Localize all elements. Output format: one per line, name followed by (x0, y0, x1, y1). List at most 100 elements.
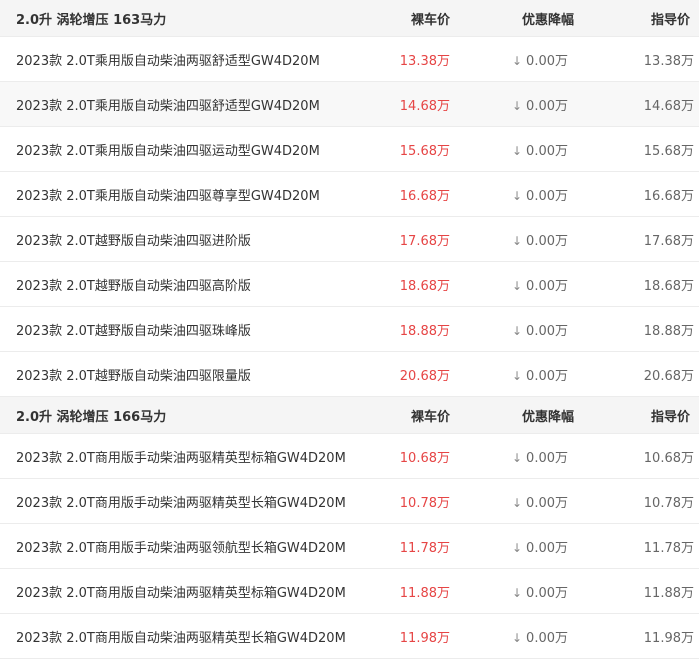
bare-price: 18.88万 (399, 323, 450, 339)
discount: ↓ 0.00万 (450, 582, 568, 601)
guide-price: 20.68万 (643, 368, 694, 384)
discount-header: 优惠降幅 (521, 12, 574, 28)
table-row[interactable]: 2023款 2.0T商用版手动柴油两驱精英型标箱GW4D20M 10.68万 ↓… (0, 434, 699, 479)
bare-price: 18.68万 (399, 278, 450, 294)
discount: ↓ 0.00万 (450, 50, 568, 69)
model-name[interactable]: 2023款 2.0T商用版手动柴油两驱领航型长箱GW4D20M (0, 537, 356, 556)
table-row[interactable]: 2023款 2.0T越野版自动柴油四驱限量版 20.68万 ↓ 0.00万 20.… (0, 352, 699, 397)
bare-price: 20.68万 (399, 368, 450, 384)
down-arrow-icon: ↓ (511, 450, 523, 465)
table-row[interactable]: 2023款 2.0T商用版手动柴油两驱精英型长箱GW4D20M 10.78万 ↓… (0, 479, 699, 524)
discount: ↓ 0.00万 (450, 275, 568, 294)
group-header: 2.0升 涡轮增压 163马力 裸车价 优惠降幅 指导价 (0, 0, 699, 37)
model-name[interactable]: 2023款 2.0T越野版自动柴油四驱限量版 (0, 365, 356, 384)
guide-price: 16.68万 (643, 188, 694, 204)
table-row[interactable]: 2023款 2.0T商用版自动柴油两驱精英型标箱GW4D20M 11.88万 ↓… (0, 569, 699, 614)
down-arrow-icon: ↓ (511, 143, 523, 158)
model-name[interactable]: 2023款 2.0T越野版自动柴油四驱珠峰版 (0, 320, 356, 339)
discount-value: 0.00万 (526, 98, 568, 114)
bare-price: 16.68万 (399, 188, 450, 204)
group-title: 2.0升 涡轮增压 166马力 (16, 409, 167, 425)
discount-value: 0.00万 (526, 368, 568, 384)
discount-value: 0.00万 (526, 450, 568, 466)
discount: ↓ 0.00万 (450, 627, 568, 646)
discount: ↓ 0.00万 (450, 140, 568, 159)
bare-price: 11.98万 (399, 630, 450, 646)
bare-price: 11.78万 (399, 540, 450, 556)
down-arrow-icon: ↓ (511, 540, 523, 555)
discount-value: 0.00万 (526, 143, 568, 159)
price-table: 2.0升 涡轮增压 163马力 裸车价 优惠降幅 指导价 2023款 2.0T乘… (0, 0, 699, 659)
discount-value: 0.00万 (526, 53, 568, 69)
discount-value: 0.00万 (526, 495, 568, 511)
down-arrow-icon: ↓ (511, 630, 523, 645)
discount: ↓ 0.00万 (450, 185, 568, 204)
guide-price: 17.68万 (643, 233, 694, 249)
guide-price: 18.68万 (643, 278, 694, 294)
discount: ↓ 0.00万 (450, 492, 568, 511)
down-arrow-icon: ↓ (511, 98, 523, 113)
down-arrow-icon: ↓ (511, 278, 523, 293)
guide-price: 11.98万 (643, 630, 694, 646)
guide-price: 13.38万 (643, 53, 694, 69)
model-name[interactable]: 2023款 2.0T乘用版自动柴油两驱舒适型GW4D20M (0, 50, 356, 69)
down-arrow-icon: ↓ (511, 585, 523, 600)
bare-price: 11.88万 (399, 585, 450, 601)
bare-price: 10.68万 (399, 450, 450, 466)
guide-price-header: 指导价 (650, 409, 690, 425)
model-name[interactable]: 2023款 2.0T商用版手动柴油两驱精英型标箱GW4D20M (0, 447, 356, 466)
discount-value: 0.00万 (526, 278, 568, 294)
table-row[interactable]: 2023款 2.0T越野版自动柴油四驱高阶版 18.68万 ↓ 0.00万 18.… (0, 262, 699, 307)
down-arrow-icon: ↓ (511, 368, 523, 383)
bare-price: 15.68万 (399, 143, 450, 159)
discount-value: 0.00万 (526, 585, 568, 601)
discount: ↓ 0.00万 (450, 230, 568, 249)
bare-price-header: 裸车价 (410, 12, 450, 28)
group-title: 2.0升 涡轮增压 163马力 (16, 12, 167, 28)
table-row[interactable]: 2023款 2.0T乘用版自动柴油四驱舒适型GW4D20M 14.68万 ↓ 0.… (0, 82, 699, 127)
bare-price: 10.78万 (399, 495, 450, 511)
discount-header: 优惠降幅 (521, 409, 574, 425)
model-name[interactable]: 2023款 2.0T越野版自动柴油四驱进阶版 (0, 230, 356, 249)
discount: ↓ 0.00万 (450, 365, 568, 384)
model-name[interactable]: 2023款 2.0T乘用版自动柴油四驱运动型GW4D20M (0, 140, 356, 159)
guide-price: 15.68万 (643, 143, 694, 159)
discount: ↓ 0.00万 (450, 537, 568, 556)
guide-price-header: 指导价 (650, 12, 690, 28)
table-row[interactable]: 2023款 2.0T越野版自动柴油四驱珠峰版 18.88万 ↓ 0.00万 18.… (0, 307, 699, 352)
guide-price: 10.78万 (643, 495, 694, 511)
model-name[interactable]: 2023款 2.0T越野版自动柴油四驱高阶版 (0, 275, 356, 294)
table-row[interactable]: 2023款 2.0T商用版自动柴油两驱精英型长箱GW4D20M 11.98万 ↓… (0, 614, 699, 659)
model-name[interactable]: 2023款 2.0T乘用版自动柴油四驱尊享型GW4D20M (0, 185, 356, 204)
discount-value: 0.00万 (526, 323, 568, 339)
discount-value: 0.00万 (526, 233, 568, 249)
guide-price: 11.78万 (643, 540, 694, 556)
table-row[interactable]: 2023款 2.0T商用版手动柴油两驱领航型长箱GW4D20M 11.78万 ↓… (0, 524, 699, 569)
discount-value: 0.00万 (526, 540, 568, 556)
down-arrow-icon: ↓ (511, 233, 523, 248)
model-name[interactable]: 2023款 2.0T商用版自动柴油两驱精英型长箱GW4D20M (0, 627, 356, 646)
down-arrow-icon: ↓ (511, 53, 523, 68)
guide-price: 18.88万 (643, 323, 694, 339)
down-arrow-icon: ↓ (511, 495, 523, 510)
bare-price: 13.38万 (399, 53, 450, 69)
table-row[interactable]: 2023款 2.0T乘用版自动柴油四驱运动型GW4D20M 15.68万 ↓ 0.… (0, 127, 699, 172)
model-name[interactable]: 2023款 2.0T商用版手动柴油两驱精英型长箱GW4D20M (0, 492, 356, 511)
discount-value: 0.00万 (526, 630, 568, 646)
bare-price-header: 裸车价 (410, 409, 450, 425)
group-header: 2.0升 涡轮增压 166马力 裸车价 优惠降幅 指导价 (0, 397, 699, 434)
discount: ↓ 0.00万 (450, 95, 568, 114)
guide-price: 11.88万 (643, 585, 694, 601)
bare-price: 14.68万 (399, 98, 450, 114)
table-row[interactable]: 2023款 2.0T越野版自动柴油四驱进阶版 17.68万 ↓ 0.00万 17.… (0, 217, 699, 262)
down-arrow-icon: ↓ (511, 188, 523, 203)
down-arrow-icon: ↓ (511, 323, 523, 338)
model-name[interactable]: 2023款 2.0T乘用版自动柴油四驱舒适型GW4D20M (0, 95, 356, 114)
discount: ↓ 0.00万 (450, 320, 568, 339)
guide-price: 10.68万 (643, 450, 694, 466)
model-name[interactable]: 2023款 2.0T商用版自动柴油两驱精英型标箱GW4D20M (0, 582, 356, 601)
table-row[interactable]: 2023款 2.0T乘用版自动柴油四驱尊享型GW4D20M 16.68万 ↓ 0.… (0, 172, 699, 217)
bare-price: 17.68万 (399, 233, 450, 249)
table-row[interactable]: 2023款 2.0T乘用版自动柴油两驱舒适型GW4D20M 13.38万 ↓ 0.… (0, 37, 699, 82)
discount: ↓ 0.00万 (450, 447, 568, 466)
